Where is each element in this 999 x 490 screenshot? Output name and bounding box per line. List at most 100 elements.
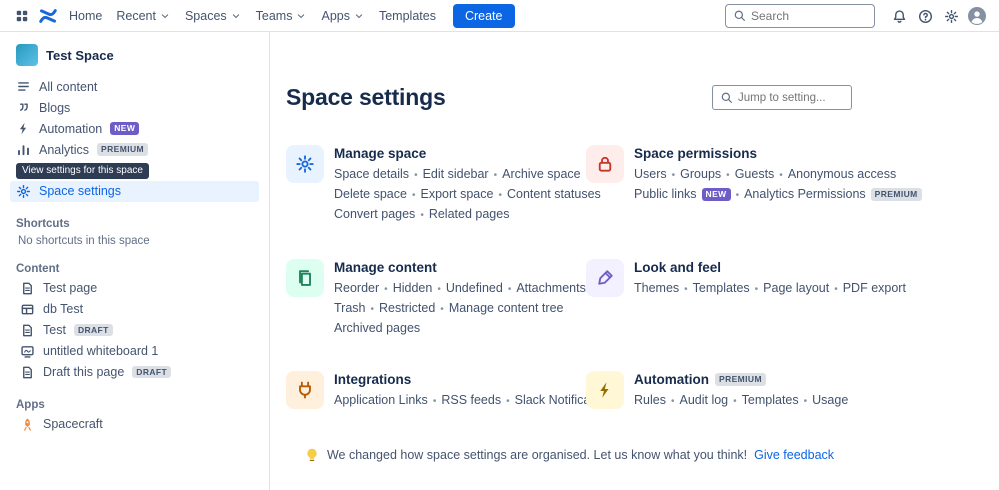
nav-item-apps[interactable]: Apps [314,5,372,27]
jump-to-setting-input[interactable] [738,92,844,104]
section-title: Space permissions [634,146,757,161]
create-button[interactable]: Create [453,4,515,28]
sidebar-item-space-settings[interactable]: Space settings [10,181,259,202]
link-related-pages[interactable]: Related pages [429,207,510,221]
permissions-icon [586,145,624,183]
link-pdf-export[interactable]: PDF export [843,281,906,295]
tree-item-label: Test [43,323,66,337]
tree-item-untitled-whiteboard-1[interactable]: untitled whiteboard 1 [10,341,259,362]
link-rules[interactable]: Rules [634,393,666,407]
link-application-links[interactable]: Application Links [334,393,428,407]
spacecraft-icon [20,417,35,432]
tree-item-draft-this-page[interactable]: Draft this page DRAFT [10,362,259,383]
link-delete-space[interactable]: Delete space [334,187,407,201]
give-feedback-link[interactable]: Give feedback [754,448,834,462]
integrations-icon [286,371,324,409]
banner-text: We changed how space settings are organi… [327,448,747,462]
settings-button[interactable] [939,4,963,28]
link-public-links[interactable]: Public links [634,187,697,201]
link-space-details[interactable]: Space details [334,167,409,181]
notifications-button[interactable] [887,4,911,28]
link-hidden[interactable]: Hidden [393,281,433,295]
section-title: Automation [634,372,709,387]
link-restricted[interactable]: Restricted [379,301,435,315]
tree-item-db-test[interactable]: db Test [10,299,259,320]
separator: • [726,170,730,181]
link-templates[interactable]: Templates [742,393,799,407]
link-archived-pages[interactable]: Archived pages [334,321,420,335]
page-icon [20,281,35,296]
link-users[interactable]: Users [634,167,667,181]
link-undefined[interactable]: Undefined [446,281,503,295]
link-guests[interactable]: Guests [735,167,775,181]
content-tree: Test page db Test Test DRAFT [10,278,259,383]
settings-link-row: Application Links•RSS feeds•Slack Notifi… [334,391,617,411]
nav-item-home[interactable]: Home [62,5,109,27]
link-manage-content-tree[interactable]: Manage content tree [449,301,564,315]
search-icon [720,91,733,104]
link-audit-log[interactable]: Audit log [679,393,728,407]
section-manage-content: Manage content Reorder•Hidden•Undefined•… [286,259,586,337]
section-title: Manage space [334,146,426,161]
badge-premium: PREMIUM [871,188,922,201]
nav-item-spaces[interactable]: Spaces [178,5,249,27]
nav-item-templates[interactable]: Templates [372,5,443,27]
sidebar-item-automation[interactable]: Automation NEW [10,118,259,139]
separator: • [672,170,676,181]
draft-badge: DRAFT [74,324,113,337]
link-edit-sidebar[interactable]: Edit sidebar [423,167,489,181]
apps-list: Spacecraft [10,414,259,435]
sidebar-item-all-content[interactable]: All content [10,76,259,97]
link-export-space[interactable]: Export space [420,187,493,201]
separator: • [736,190,740,201]
nav-item-recent[interactable]: Recent [109,5,178,27]
link-groups[interactable]: Groups [680,167,721,181]
avatar[interactable] [965,4,989,28]
apps-heading[interactable]: Apps [10,396,259,414]
gear-icon [944,9,959,24]
jump-to-setting-search[interactable] [712,85,852,110]
app-switcher-button[interactable] [10,4,34,28]
nav-item-label: Home [69,9,102,23]
link-analytics-permissions[interactable]: Analytics Permissions [744,187,866,201]
section-space-permissions: Space permissions Users • Groups • Guests • An… [586,145,922,205]
sidebar-item-analytics[interactable]: Analytics PREMIUM [10,139,259,160]
tree-item-test-page[interactable]: Test page [10,278,259,299]
link-convert-pages[interactable]: Convert pages [334,207,415,221]
global-search[interactable] [725,4,875,28]
section-manage-space: Manage space Space details • Edit sidebar •… [286,145,586,225]
sidebar-item-blogs[interactable]: Blogs [10,97,259,118]
global-search-input[interactable] [751,9,867,23]
database-icon [20,302,35,317]
link-themes[interactable]: Themes [634,281,679,295]
nav-item-teams[interactable]: Teams [249,5,315,27]
link-attachments[interactable]: Attachments [516,281,585,295]
sidebar-nav: All content Blogs Automation NEW [10,76,259,160]
separator: • [414,170,418,181]
link-templates[interactable]: Templates [693,281,750,295]
link-rss-feeds[interactable]: RSS feeds [441,393,501,407]
separator: • [420,210,424,221]
separator: • [384,284,388,295]
space-header[interactable]: Test Space [10,40,259,76]
section-title: Manage content [334,260,437,275]
shortcuts-heading[interactable]: Shortcuts [10,215,259,233]
link-anonymous-access[interactable]: Anonymous access [788,167,896,181]
link-page-layout[interactable]: Page layout [763,281,829,295]
app-item-spacecraft[interactable]: Spacecraft [10,414,259,435]
help-button[interactable] [913,4,937,28]
separator: • [433,396,437,407]
tree-item-test[interactable]: Test DRAFT [10,320,259,341]
settings-link-row: Trash•Restricted•Manage content tree [334,299,586,319]
separator: • [508,284,512,295]
link-archive-space[interactable]: Archive space [502,167,581,181]
global-nav: Home Recent Spaces Teams Apps [0,0,999,32]
link-reorder[interactable]: Reorder [334,281,379,295]
content-heading[interactable]: Content [10,260,259,278]
separator: • [804,396,808,407]
link-usage[interactable]: Usage [812,393,848,407]
settings-link-row: Reorder•Hidden•Undefined•Attachments [334,279,586,299]
chevron-down-icon [230,10,242,22]
link-trash[interactable]: Trash [334,301,366,315]
nav-item-label: Spaces [185,9,227,23]
